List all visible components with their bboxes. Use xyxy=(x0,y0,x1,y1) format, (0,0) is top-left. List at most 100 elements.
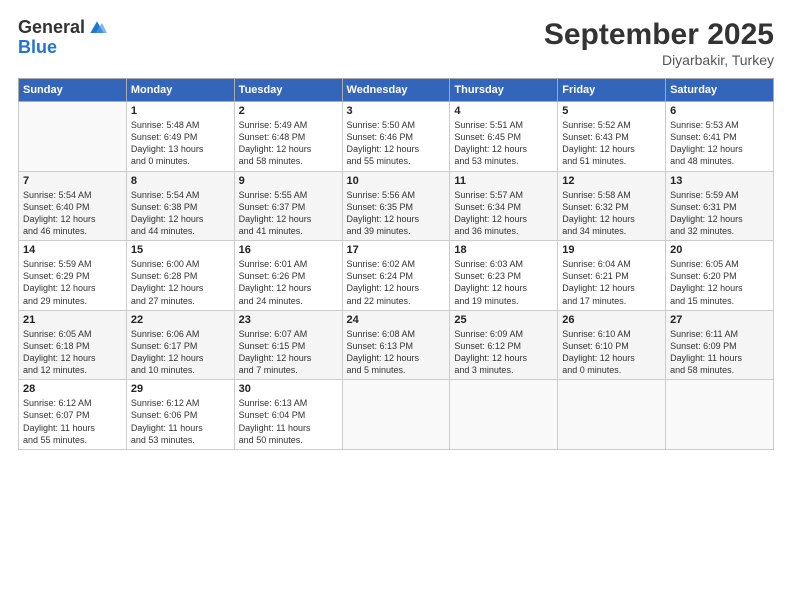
calendar-header-sunday: Sunday xyxy=(19,79,127,102)
calendar-cell xyxy=(666,380,774,450)
day-number: 18 xyxy=(454,244,553,256)
calendar-cell: 2Sunrise: 5:49 AM Sunset: 6:48 PM Daylig… xyxy=(234,102,342,172)
day-info: Sunrise: 6:13 AM Sunset: 6:04 PM Dayligh… xyxy=(239,397,338,446)
day-info: Sunrise: 6:05 AM Sunset: 6:18 PM Dayligh… xyxy=(23,328,122,377)
day-number: 21 xyxy=(23,314,122,326)
day-info: Sunrise: 6:06 AM Sunset: 6:17 PM Dayligh… xyxy=(131,328,230,377)
title-block: September 2025 Diyarbakir, Turkey xyxy=(544,18,774,68)
calendar-cell: 12Sunrise: 5:58 AM Sunset: 6:32 PM Dayli… xyxy=(558,171,666,241)
calendar-cell: 4 Sunrise: 5:51 AM Sunset: 6:45 PM Daylig… xyxy=(450,102,558,172)
day-number: 9 xyxy=(239,175,338,187)
day-info: Sunrise: 6:07 AM Sunset: 6:15 PM Dayligh… xyxy=(239,328,338,377)
day-number: 5 xyxy=(562,105,661,117)
calendar-cell: 19 Sunrise: 6:04 AM Sunset: 6:21 PM Dayli… xyxy=(558,241,666,311)
day-number: 29 xyxy=(131,383,230,395)
calendar-cell: 15 Sunrise: 6:00 AM Sunset: 6:28 PM Dayli… xyxy=(126,241,234,311)
day-number: 11 xyxy=(454,175,553,187)
calendar-cell xyxy=(558,380,666,450)
calendar-cell: 18 Sunrise: 6:03 AM Sunset: 6:23 PM Dayli… xyxy=(450,241,558,311)
day-info: Sunrise: 6:10 AM Sunset: 6:10 PM Dayligh… xyxy=(562,328,661,377)
day-info: Sunrise: 5:54 AM Sunset: 6:40 PM Dayligh… xyxy=(23,189,122,238)
day-number: 15 xyxy=(131,244,230,256)
day-number: 12 xyxy=(562,175,661,187)
day-number: 28 xyxy=(23,383,122,395)
day-number: 4 xyxy=(454,105,553,117)
day-number: 27 xyxy=(670,314,769,326)
calendar-header-saturday: Saturday xyxy=(666,79,774,102)
calendar-cell: 7 Sunrise: 5:54 AM Sunset: 6:40 PM Daylig… xyxy=(19,171,127,241)
calendar-header-row: SundayMondayTuesdayWednesdayThursdayFrid… xyxy=(19,79,774,102)
calendar-cell: 26 Sunrise: 6:10 AM Sunset: 6:10 PM Dayli… xyxy=(558,310,666,380)
calendar-cell: 8 Sunrise: 5:54 AM Sunset: 6:38 PM Daylig… xyxy=(126,171,234,241)
calendar-cell: 28 Sunrise: 6:12 AM Sunset: 6:07 PM Dayli… xyxy=(19,380,127,450)
calendar-cell: 13Sunrise: 5:59 AM Sunset: 6:31 PM Dayli… xyxy=(666,171,774,241)
calendar-cell: 30 Sunrise: 6:13 AM Sunset: 6:04 PM Dayli… xyxy=(234,380,342,450)
day-number: 10 xyxy=(347,175,446,187)
calendar-header-monday: Monday xyxy=(126,79,234,102)
calendar-cell: 29 Sunrise: 6:12 AM Sunset: 6:06 PM Dayli… xyxy=(126,380,234,450)
day-info: Sunrise: 6:00 AM Sunset: 6:28 PM Dayligh… xyxy=(131,258,230,307)
calendar-table: SundayMondayTuesdayWednesdayThursdayFrid… xyxy=(18,78,774,450)
day-number: 1 xyxy=(131,105,230,117)
calendar-cell: 9 Sunrise: 5:55 AM Sunset: 6:37 PM Daylig… xyxy=(234,171,342,241)
header: General Blue September 2025 Diyarbakir, … xyxy=(18,18,774,68)
day-number: 17 xyxy=(347,244,446,256)
calendar-cell: 23Sunrise: 6:07 AM Sunset: 6:15 PM Dayli… xyxy=(234,310,342,380)
day-number: 7 xyxy=(23,175,122,187)
calendar-cell: 10 Sunrise: 5:56 AM Sunset: 6:35 PM Dayli… xyxy=(342,171,450,241)
day-info: Sunrise: 6:09 AM Sunset: 6:12 PM Dayligh… xyxy=(454,328,553,377)
day-info: Sunrise: 5:55 AM Sunset: 6:37 PM Dayligh… xyxy=(239,189,338,238)
month-title: September 2025 xyxy=(544,18,774,52)
calendar-cell: 14 Sunrise: 5:59 AM Sunset: 6:29 PM Dayli… xyxy=(19,241,127,311)
calendar-cell: 21 Sunrise: 6:05 AM Sunset: 6:18 PM Dayli… xyxy=(19,310,127,380)
calendar-cell: 17 Sunrise: 6:02 AM Sunset: 6:24 PM Dayli… xyxy=(342,241,450,311)
logo-blue: Blue xyxy=(18,38,107,58)
day-info: Sunrise: 6:03 AM Sunset: 6:23 PM Dayligh… xyxy=(454,258,553,307)
logo: General Blue xyxy=(18,18,107,58)
calendar-cell: 1Sunrise: 5:48 AM Sunset: 6:49 PM Daylig… xyxy=(126,102,234,172)
day-info: Sunrise: 5:59 AM Sunset: 6:29 PM Dayligh… xyxy=(23,258,122,307)
day-number: 22 xyxy=(131,314,230,326)
day-number: 26 xyxy=(562,314,661,326)
calendar-header-thursday: Thursday xyxy=(450,79,558,102)
day-info: Sunrise: 5:53 AM Sunset: 6:41 PM Dayligh… xyxy=(670,119,769,168)
calendar-week-row: 1Sunrise: 5:48 AM Sunset: 6:49 PM Daylig… xyxy=(19,102,774,172)
day-info: Sunrise: 6:12 AM Sunset: 6:07 PM Dayligh… xyxy=(23,397,122,446)
day-number: 16 xyxy=(239,244,338,256)
day-number: 19 xyxy=(562,244,661,256)
day-number: 25 xyxy=(454,314,553,326)
calendar-cell: 24 Sunrise: 6:08 AM Sunset: 6:13 PM Dayli… xyxy=(342,310,450,380)
calendar-cell: 25 Sunrise: 6:09 AM Sunset: 6:12 PM Dayli… xyxy=(450,310,558,380)
day-info: Sunrise: 5:54 AM Sunset: 6:38 PM Dayligh… xyxy=(131,189,230,238)
day-info: Sunrise: 5:49 AM Sunset: 6:48 PM Dayligh… xyxy=(239,119,338,168)
day-info: Sunrise: 6:08 AM Sunset: 6:13 PM Dayligh… xyxy=(347,328,446,377)
day-info: Sunrise: 6:12 AM Sunset: 6:06 PM Dayligh… xyxy=(131,397,230,446)
day-info: Sunrise: 5:56 AM Sunset: 6:35 PM Dayligh… xyxy=(347,189,446,238)
calendar-cell: 20Sunrise: 6:05 AM Sunset: 6:20 PM Dayli… xyxy=(666,241,774,311)
calendar-cell: 22 Sunrise: 6:06 AM Sunset: 6:17 PM Dayli… xyxy=(126,310,234,380)
logo-text: General Blue xyxy=(18,18,107,58)
calendar-week-row: 21 Sunrise: 6:05 AM Sunset: 6:18 PM Dayli… xyxy=(19,310,774,380)
calendar-cell: 6 Sunrise: 5:53 AM Sunset: 6:41 PM Daylig… xyxy=(666,102,774,172)
page: General Blue September 2025 Diyarbakir, … xyxy=(0,0,792,612)
calendar-cell: 3Sunrise: 5:50 AM Sunset: 6:46 PM Daylig… xyxy=(342,102,450,172)
day-number: 14 xyxy=(23,244,122,256)
day-number: 6 xyxy=(670,105,769,117)
day-number: 20 xyxy=(670,244,769,256)
day-number: 30 xyxy=(239,383,338,395)
day-info: Sunrise: 5:57 AM Sunset: 6:34 PM Dayligh… xyxy=(454,189,553,238)
day-info: Sunrise: 5:50 AM Sunset: 6:46 PM Dayligh… xyxy=(347,119,446,168)
calendar-header-tuesday: Tuesday xyxy=(234,79,342,102)
subtitle: Diyarbakir, Turkey xyxy=(544,52,774,68)
calendar-cell xyxy=(342,380,450,450)
day-number: 13 xyxy=(670,175,769,187)
day-info: Sunrise: 6:11 AM Sunset: 6:09 PM Dayligh… xyxy=(670,328,769,377)
day-info: Sunrise: 6:04 AM Sunset: 6:21 PM Dayligh… xyxy=(562,258,661,307)
day-number: 24 xyxy=(347,314,446,326)
day-number: 8 xyxy=(131,175,230,187)
day-info: Sunrise: 5:52 AM Sunset: 6:43 PM Dayligh… xyxy=(562,119,661,168)
day-info: Sunrise: 5:51 AM Sunset: 6:45 PM Dayligh… xyxy=(454,119,553,168)
calendar-cell: 16Sunrise: 6:01 AM Sunset: 6:26 PM Dayli… xyxy=(234,241,342,311)
calendar-cell: 27 Sunrise: 6:11 AM Sunset: 6:09 PM Dayli… xyxy=(666,310,774,380)
day-info: Sunrise: 6:02 AM Sunset: 6:24 PM Dayligh… xyxy=(347,258,446,307)
